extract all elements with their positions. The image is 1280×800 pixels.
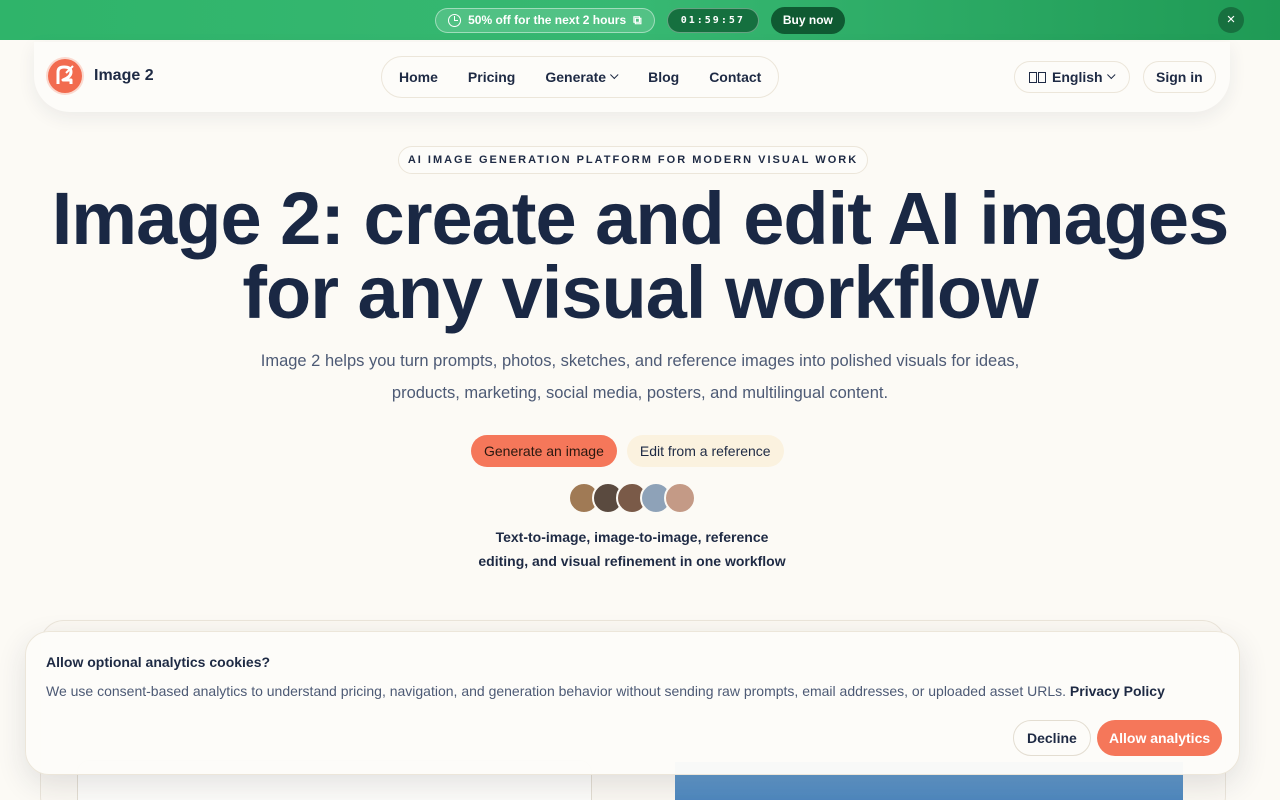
hero-eyebrow: AI IMAGE GENERATION PLATFORM FOR MODERN … — [398, 146, 868, 174]
cookie-banner: Allow optional analytics cookies? We use… — [25, 631, 1240, 775]
sign-in-button[interactable]: Sign in — [1143, 61, 1216, 93]
flag-icon — [1029, 71, 1046, 83]
close-icon: × — [1226, 11, 1236, 28]
cookie-description: We use consent-based analytics to unders… — [46, 683, 1067, 699]
cookie-title: Allow optional analytics cookies? — [46, 654, 271, 670]
chevron-down-icon — [610, 70, 619, 80]
language-selector[interactable]: English — [1014, 61, 1130, 93]
promo-offer-suffix: ⧉ — [633, 12, 642, 27]
brand-link[interactable]: Image 2 — [48, 59, 154, 93]
buy-now-button[interactable]: Buy now — [770, 6, 845, 34]
nav-contact[interactable]: Contact — [709, 69, 761, 85]
site-header: Image 2 Home Pricing Generate Blog Conta… — [34, 42, 1230, 112]
allow-analytics-button[interactable]: Allow analytics — [1097, 720, 1223, 756]
avatar — [664, 482, 696, 514]
nav-home[interactable]: Home — [399, 69, 438, 85]
language-label: English — [1052, 69, 1103, 85]
privacy-policy-link[interactable]: Privacy Policy — [1070, 683, 1165, 699]
nav-generate[interactable]: Generate — [545, 69, 619, 85]
decline-button[interactable]: Decline — [1013, 720, 1091, 756]
promo-offer-badge: 50% off for the next 2 hours ⧉ — [435, 7, 655, 33]
main-nav: Home Pricing Generate Blog Contact — [381, 56, 780, 98]
edit-reference-button[interactable]: Edit from a reference — [626, 435, 784, 467]
hero-cta-row: Generate an image Edit from a reference — [471, 435, 784, 467]
generate-image-button[interactable]: Generate an image — [471, 435, 617, 467]
promo-bar: 50% off for the next 2 hours ⧉ 01:59:57 … — [0, 0, 1280, 40]
promo-offer-text: 50% off for the next 2 hours — [468, 13, 627, 27]
brand-name: Image 2 — [94, 67, 154, 84]
nav-pricing[interactable]: Pricing — [468, 69, 515, 85]
user-avatars — [568, 482, 696, 514]
clock-icon — [448, 13, 462, 27]
close-promo-button[interactable]: × — [1218, 7, 1244, 33]
hero-tagline: Text-to-image, image-to-image, reference… — [478, 529, 786, 569]
cookie-text: We use consent-based analytics to unders… — [46, 683, 1226, 699]
logo-icon — [48, 59, 82, 93]
chevron-down-icon — [1106, 70, 1116, 80]
countdown-timer: 01:59:57 — [666, 7, 759, 33]
nav-generate-label: Generate — [545, 69, 607, 85]
hero-subtitle: Image 2 helps you turn prompts, photos, … — [260, 352, 1020, 402]
nav-blog[interactable]: Blog — [648, 69, 679, 85]
hero-title: Image 2: create and edit AI images for a… — [51, 177, 1230, 334]
